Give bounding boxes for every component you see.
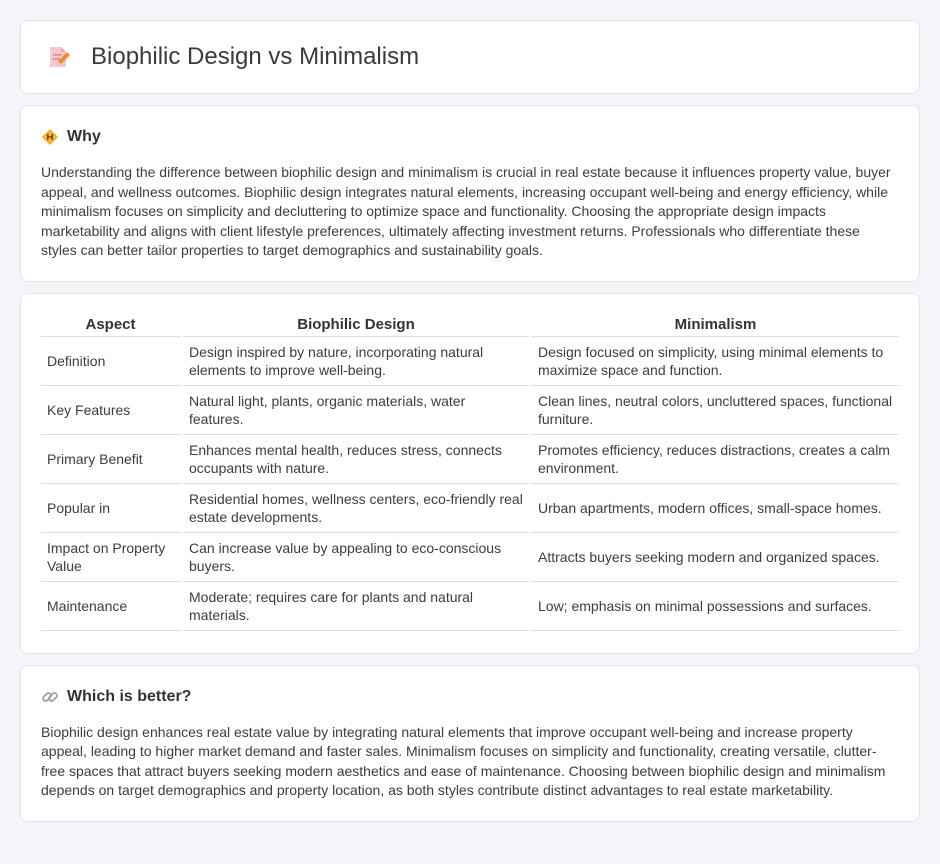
table-row: Maintenance Moderate; requires care for … — [41, 582, 899, 631]
cell-aspect: Key Features — [41, 386, 180, 435]
header-aspect: Aspect — [41, 316, 180, 337]
header-card: Biophilic Design vs Minimalism — [20, 20, 920, 94]
why-title: Why — [67, 128, 101, 145]
cell-minimalism: Low; emphasis on minimal possessions and… — [532, 582, 899, 631]
cell-minimalism: Clean lines, neutral colors, uncluttered… — [532, 386, 899, 435]
cell-aspect: Definition — [41, 337, 180, 386]
table-header-row: Aspect Biophilic Design Minimalism — [41, 316, 899, 337]
table-row: Popular in Residential homes, wellness c… — [41, 484, 899, 533]
cell-aspect: Maintenance — [41, 582, 180, 631]
table-row: Key Features Natural light, plants, orga… — [41, 386, 899, 435]
cell-biophilic: Natural light, plants, organic materials… — [183, 386, 529, 435]
table-row: Primary Benefit Enhances mental health, … — [41, 435, 899, 484]
page-title: Biophilic Design vs Minimalism — [91, 43, 420, 70]
which-better-title: Which is better? — [67, 687, 192, 705]
cell-aspect: Primary Benefit — [41, 435, 180, 484]
diamond-sign-icon — [42, 129, 58, 145]
header-minimalism: Minimalism — [532, 316, 899, 337]
link-icon — [42, 691, 58, 702]
header-biophilic: Biophilic Design — [183, 316, 529, 337]
document-pencil-icon — [50, 47, 70, 67]
cell-minimalism: Urban apartments, modern offices, small-… — [532, 484, 899, 533]
cell-biophilic: Enhances mental health, reduces stress, … — [183, 435, 529, 484]
which-better-section: Which is better? Biophilic design enhanc… — [20, 664, 920, 822]
cell-biophilic: Can increase value by appealing to eco-c… — [183, 533, 529, 582]
which-better-text: Biophilic design enhances real estate va… — [41, 723, 886, 799]
table-row: Definition Design inspired by nature, in… — [41, 337, 899, 386]
comparison-table: Aspect Biophilic Design Minimalism Defin… — [38, 316, 902, 631]
why-text: Understanding the difference between bio… — [41, 164, 891, 258]
table-row: Impact on Property Value Can increase va… — [41, 533, 899, 582]
cell-aspect: Popular in — [41, 484, 180, 533]
cell-biophilic: Residential homes, wellness centers, eco… — [183, 484, 529, 533]
cell-biophilic: Moderate; requires care for plants and n… — [183, 582, 529, 631]
cell-minimalism: Attracts buyers seeking modern and organ… — [532, 533, 899, 582]
comparison-table-card: Aspect Biophilic Design Minimalism Defin… — [20, 292, 920, 654]
cell-minimalism: Design focused on simplicity, using mini… — [532, 337, 899, 386]
cell-biophilic: Design inspired by nature, incorporating… — [183, 337, 529, 386]
cell-minimalism: Promotes efficiency, reduces distraction… — [532, 435, 899, 484]
why-section: Why Understanding the difference between… — [20, 105, 920, 282]
cell-aspect: Impact on Property Value — [41, 533, 180, 582]
